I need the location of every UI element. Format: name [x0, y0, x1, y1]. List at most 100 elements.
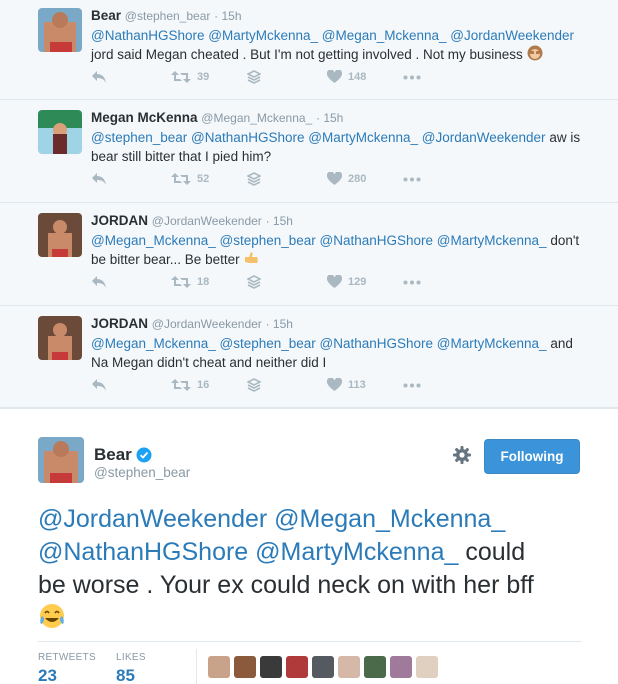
- layers-icon: [247, 378, 261, 392]
- tweet-text-tail: aw is: [545, 130, 581, 145]
- author-handle[interactable]: @JordanWeekender: [152, 317, 262, 331]
- timestamp[interactable]: · 15h: [214, 9, 241, 23]
- more-dots-icon: [403, 280, 421, 285]
- timestamp[interactable]: · 15h: [316, 111, 343, 125]
- like-count: 148: [348, 71, 367, 83]
- stack-button[interactable]: [247, 172, 261, 186]
- mention-link[interactable]: @NathanHGShore: [38, 538, 248, 566]
- like-button[interactable]: 129: [327, 275, 366, 289]
- layers-icon: [247, 172, 261, 186]
- retweet-button[interactable]: 39: [171, 70, 209, 84]
- retweet-button[interactable]: 18: [171, 275, 209, 289]
- heart-icon: [327, 378, 342, 391]
- more-button[interactable]: [403, 280, 421, 285]
- reply-button[interactable]: [91, 172, 107, 186]
- likes-label: LIKES: [116, 652, 146, 663]
- stack-button[interactable]: [247, 275, 261, 289]
- author-name[interactable]: Bear: [94, 445, 132, 465]
- author-name[interactable]: Megan McKenna: [91, 110, 198, 125]
- tweet-content: JORDAN @JordanWeekender · 15h @Megan_Mck…: [91, 211, 591, 271]
- avatar[interactable]: [38, 316, 82, 360]
- reply-icon: [92, 276, 106, 288]
- retweets-label: RETWEETS: [38, 652, 96, 663]
- liker-avatar[interactable]: [208, 656, 230, 678]
- reply-icon: [92, 173, 106, 185]
- retweets-stat[interactable]: RETWEETS 23: [38, 652, 96, 684]
- tweet-header: Bear @stephen_bear · 15h: [91, 6, 591, 26]
- liker-avatar[interactable]: [416, 656, 438, 678]
- retweet-count: 52: [197, 173, 210, 185]
- tweet-text-part: could: [458, 538, 526, 566]
- author-handle[interactable]: @stephen_bear: [94, 465, 190, 480]
- settings-button[interactable]: [452, 445, 472, 470]
- liker-avatar[interactable]: [286, 656, 308, 678]
- more-button[interactable]: [403, 75, 421, 80]
- stack-button[interactable]: [247, 70, 261, 84]
- author-handle[interactable]: @Megan_Mckenna_: [201, 111, 312, 125]
- liker-avatar[interactable]: [338, 656, 360, 678]
- liker-avatar[interactable]: [364, 656, 386, 678]
- retweet-count: 39: [197, 71, 210, 83]
- reply-button[interactable]: [91, 70, 107, 84]
- layers-icon: [247, 275, 261, 289]
- liker-avatar[interactable]: [234, 656, 256, 678]
- avatar[interactable]: [38, 110, 82, 154]
- avatar[interactable]: [38, 213, 82, 257]
- timestamp[interactable]: · 15h: [266, 214, 293, 228]
- author-name-row: Bear: [94, 445, 152, 465]
- heart-icon: [327, 275, 342, 288]
- liker-avatar[interactable]: [260, 656, 282, 678]
- like-count: 280: [348, 173, 367, 185]
- mention-link[interactable]: @JordanWeekender: [38, 505, 267, 533]
- reply-button[interactable]: [91, 378, 107, 392]
- avatar[interactable]: [38, 8, 82, 52]
- tweet-text: Na Megan didn't cheat and neither did I: [91, 355, 327, 370]
- tweet-text-tail: don't: [546, 233, 580, 248]
- mentions-line[interactable]: @stephen_bear @NathanHGShore @MartyMcken…: [91, 130, 546, 145]
- liker-avatar[interactable]: [390, 656, 412, 678]
- liker-avatar[interactable]: [312, 656, 334, 678]
- gear-icon: [453, 446, 471, 464]
- tweet-text: bear still bitter that I pied him?: [91, 149, 272, 164]
- reply-icon: [92, 71, 106, 83]
- tweet-content: JORDAN @JordanWeekender · 15h @Megan_Mck…: [91, 314, 591, 372]
- mentions-line[interactable]: @Megan_Mckenna_ @stephen_bear @NathanHGS…: [91, 336, 547, 351]
- thumbs-hand-emoji-icon: [243, 250, 259, 271]
- reply-icon: [92, 379, 106, 391]
- reply-button[interactable]: [91, 275, 107, 289]
- author-handle[interactable]: @JordanWeekender: [152, 214, 262, 228]
- avatar[interactable]: [38, 437, 84, 483]
- author-name[interactable]: Bear: [91, 8, 121, 23]
- likes-stat[interactable]: LIKES 85: [116, 652, 146, 684]
- retweet-button[interactable]: 52: [171, 172, 209, 186]
- tweet-text-part: be worse . Your ex could neck on with he…: [38, 571, 534, 599]
- like-button[interactable]: 280: [327, 172, 366, 186]
- tweet-actions: 18 129: [91, 275, 451, 293]
- mention-link[interactable]: @MartyMckenna_: [255, 538, 458, 566]
- timestamp[interactable]: · 15h: [266, 317, 293, 331]
- mentions-line[interactable]: @Megan_Mckenna_ @stephen_bear @NathanHGS…: [91, 233, 547, 248]
- mention-link[interactable]: @Megan_Mckenna_: [274, 505, 505, 533]
- like-button[interactable]: 113: [327, 378, 366, 392]
- liker-avatars: [208, 656, 438, 678]
- more-dots-icon: [403, 383, 421, 388]
- tweet-text: @JordanWeekender @Megan_Mckenna_ @Nathan…: [38, 503, 598, 639]
- tweet-actions: 39 148: [91, 70, 451, 88]
- retweet-icon: [171, 71, 191, 83]
- tweet-actions: 52 280: [91, 172, 451, 190]
- retweet-icon: [171, 173, 191, 185]
- author-name[interactable]: JORDAN: [91, 213, 148, 228]
- retweet-button[interactable]: 16: [171, 378, 209, 392]
- like-button[interactable]: 148: [327, 70, 366, 84]
- mentions-line[interactable]: @NathanHGShore @MartyMckenna_ @Megan_Mck…: [91, 26, 591, 45]
- more-button[interactable]: [403, 383, 421, 388]
- following-button[interactable]: Following: [484, 439, 580, 474]
- heart-icon: [327, 172, 342, 185]
- verified-badge-icon: [136, 447, 152, 463]
- retweet-icon: [171, 379, 191, 391]
- more-button[interactable]: [403, 177, 421, 182]
- stack-button[interactable]: [247, 378, 261, 392]
- author-handle[interactable]: @stephen_bear: [125, 9, 211, 23]
- like-count: 113: [348, 379, 366, 391]
- author-name[interactable]: JORDAN: [91, 316, 148, 331]
